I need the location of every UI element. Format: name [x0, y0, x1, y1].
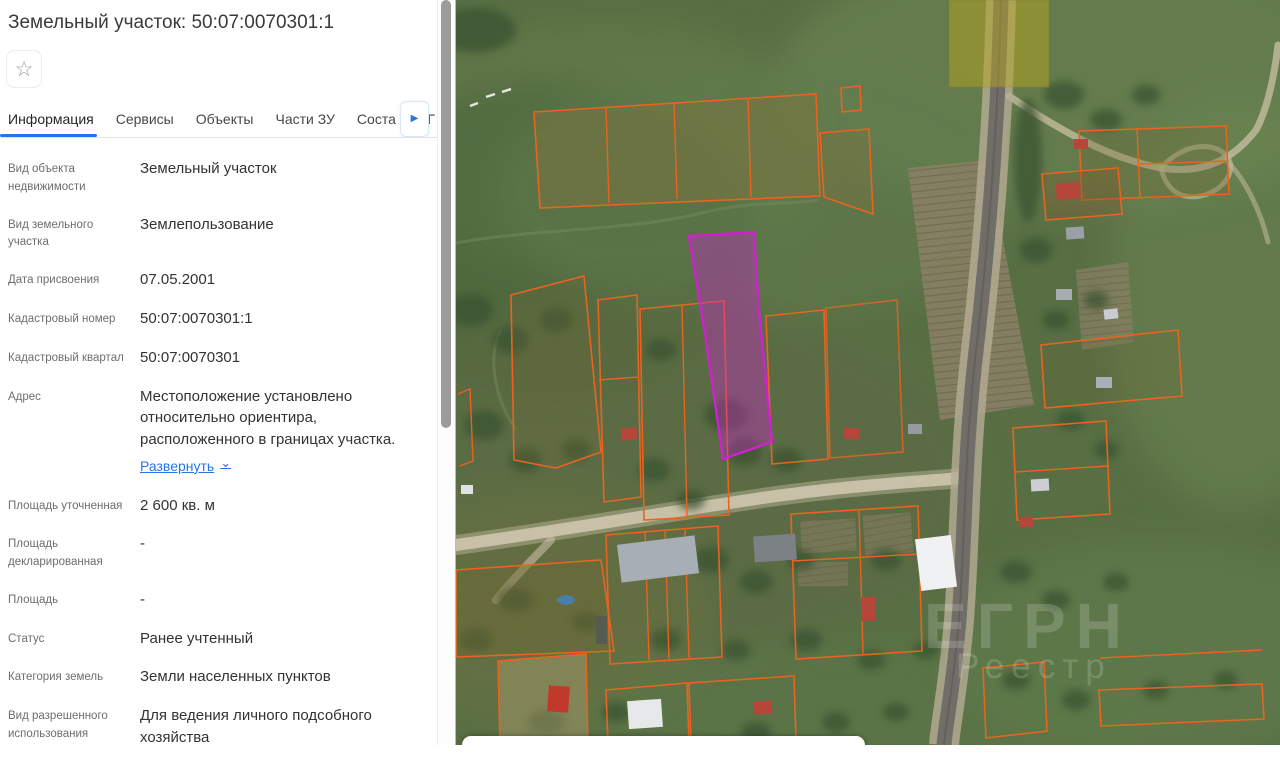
- field-value: 50:07:0070301: [140, 348, 241, 366]
- info-panel: Земельный участок: 50:07:0070301:1 ☆ Инф…: [0, 0, 437, 746]
- field-row: Вид земельного участка Землепользование: [8, 206, 429, 262]
- tab-Сервисы[interactable]: Сервисы: [116, 111, 174, 127]
- active-tab-underline: [0, 134, 97, 137]
- field-value: Для ведения личного подсобного хозяйства: [140, 707, 372, 746]
- tab-Информация[interactable]: Информация: [8, 111, 94, 127]
- field-value: Земли населенных пунктов: [140, 668, 331, 686]
- field-row: Вид объекта недвижимости Земельный участо…: [8, 150, 429, 206]
- field-label: Кадастровый квартал: [8, 351, 124, 364]
- satellite-map[interactable]: ЕГРН Реестр: [455, 0, 1280, 745]
- tab-Соста[interactable]: Соста: [357, 111, 396, 127]
- field-row: Статус Ранее учтенный: [8, 620, 429, 659]
- chevron-down-icon: ⌄: [220, 455, 232, 471]
- field-row: Кадастровый квартал 50:07:0070301: [8, 339, 429, 378]
- field-list: Вид объекта недвижимости Земельный участо…: [0, 138, 437, 758]
- favorite-button[interactable]: ☆: [6, 50, 42, 88]
- tabs-scroll-right-button[interactable]: ▶: [400, 100, 429, 137]
- field-value: 2 600 кв. м: [140, 496, 215, 514]
- tab-Объекты[interactable]: Объекты: [196, 111, 254, 127]
- field-label: Вид объекта недвижимости: [8, 163, 86, 193]
- field-label: Адрес: [8, 390, 41, 403]
- field-row: Вид разрешенного использования Для ведени…: [8, 697, 429, 758]
- expand-address-link[interactable]: Развернуть ⌄: [140, 455, 232, 476]
- field-row: Категория земель Земли населенных пунктов: [8, 658, 429, 697]
- field-row: Площадь декларированная -: [8, 525, 429, 581]
- field-value: Землепользование: [140, 215, 274, 233]
- field-label: Площадь: [8, 593, 59, 606]
- field-row: Кадастровый номер 50:07:0070301:1: [8, 300, 429, 339]
- svg-text:Реестр: Реестр: [956, 647, 1112, 686]
- field-row: Площадь уточненная 2 600 кв. м: [8, 487, 429, 526]
- field-label: Площадь уточненная: [8, 499, 123, 512]
- field-value: Местоположение установлено относительно …: [140, 386, 429, 478]
- field-label: Кадастровый номер: [8, 313, 116, 325]
- panel-scrollbar[interactable]: [437, 0, 455, 745]
- field-label: Площадь декларированная: [8, 538, 103, 569]
- field-value: 50:07:0070301:1: [140, 310, 253, 327]
- star-icon: ☆: [14, 57, 34, 81]
- field-row: Дата присвоения 07.05.2001: [8, 261, 429, 300]
- field-value: -: [140, 590, 145, 608]
- panel-scrollbar-thumb[interactable]: [441, 0, 451, 428]
- field-row: Адрес Местоположение установлено относите…: [8, 378, 429, 487]
- field-row: Площадь -: [8, 581, 429, 620]
- watermark: ЕГРН Реестр: [924, 590, 1122, 686]
- field-label: Категория земель: [8, 671, 104, 684]
- field-value: 07.05.2001: [140, 271, 216, 289]
- field-label: Дата присвоения: [8, 274, 100, 287]
- chevron-right-icon: ▶: [410, 113, 419, 124]
- field-value: -: [140, 535, 145, 553]
- field-label: Вид земельного участка: [8, 218, 94, 249]
- tab-Части ЗУ[interactable]: Части ЗУ: [275, 111, 334, 127]
- highlighted-zone: [948, 0, 1050, 88]
- field-label: Вид разрешенного использования: [8, 710, 108, 740]
- field-label: Статус: [8, 632, 45, 645]
- field-value: Земельный участок: [140, 160, 277, 177]
- map-bottom-toolbar[interactable]: [462, 736, 865, 745]
- page-title: Земельный участок: 50:07:0070301:1: [8, 12, 335, 33]
- tab-bar: Информация Сервисы Объекты Части ЗУ Соста Г ▶: [0, 100, 437, 138]
- field-value: Ранее учтенный: [140, 629, 254, 647]
